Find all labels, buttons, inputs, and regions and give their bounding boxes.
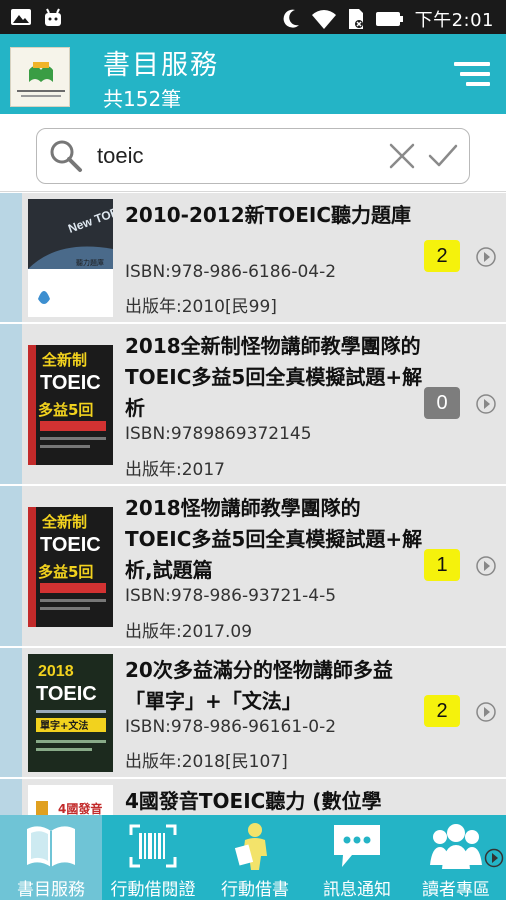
book-isbn: ISBN:978-986-96161-0-2 <box>125 717 337 737</box>
status-time: 下午2:01 <box>414 10 494 31</box>
nav-item-card[interactable]: 行動借閱證 <box>102 815 204 900</box>
nav-label: 行動借閱證 <box>110 880 196 900</box>
chevron-right-icon[interactable] <box>475 701 497 723</box>
nav-label: 訊息通知 <box>323 880 391 900</box>
book-title: 20次多益滿分的怪物講師多益「單字」+「文法」 <box>125 658 393 713</box>
list-item[interactable]: 全新制 TOEIC 多益5回 2018怪物講師教學團隊的TOEIC多益5回全真模… <box>0 486 506 648</box>
book-title: 2010-2012新TOEIC聽力題庫 <box>125 203 412 227</box>
nav-item-catalog[interactable]: 書目服務 <box>0 815 102 900</box>
chevron-right-icon[interactable] <box>484 848 504 868</box>
person-book-icon <box>234 823 267 870</box>
cover-text: 全新制 <box>41 351 87 369</box>
cover-text: 2018 <box>38 663 74 680</box>
android-icon <box>45 8 61 26</box>
book-list: New TOEIC 聽力題庫 2010-2012新TOEIC聽力題庫 ISBN:… <box>0 193 506 815</box>
barcode-icon <box>129 824 177 868</box>
list-item[interactable]: 2018 TOEIC 單字+文法 20次多益滿分的怪物講師多益「單字」+「文法」… <box>0 648 506 779</box>
battery-icon <box>375 12 403 26</box>
row-stripe <box>0 324 22 484</box>
cover-text: 4國發音 <box>58 801 102 815</box>
book-isbn: ISBN:978-986-93721-4-5 <box>125 586 337 606</box>
book-year: 出版年:2010[民99] <box>125 297 277 317</box>
list-item[interactable]: 4國發音 4國發音TOEIC聽力 (數位學 <box>0 779 506 815</box>
check-icon[interactable] <box>427 141 459 171</box>
book-title: 4國發音TOEIC聽力 (數位學 <box>125 789 382 813</box>
row-stripe <box>0 779 22 815</box>
nav-item-messages[interactable]: 訊息通知 <box>306 815 408 900</box>
cover-text: 聽力題庫 <box>76 258 104 267</box>
holdings-badge: 2 <box>424 240 460 272</box>
search-input[interactable] <box>97 139 377 173</box>
wifi-icon <box>311 10 336 29</box>
sim-icon <box>348 9 363 29</box>
holdings-badge: 0 <box>424 387 460 419</box>
cover-text: 多益5回 <box>38 401 93 419</box>
gallery-icon <box>11 9 31 25</box>
book-icon <box>27 826 75 867</box>
book-cover: 2018 TOEIC 單字+文法 <box>28 654 113 772</box>
people-icon <box>430 824 482 869</box>
holdings-badge: 2 <box>424 695 460 727</box>
chevron-right-icon[interactable] <box>475 246 497 268</box>
search-area <box>0 114 506 192</box>
cover-text: 全新制 <box>41 513 87 531</box>
book-isbn: ISBN:978-986-6186-04-2 <box>125 262 337 282</box>
row-stripe <box>0 193 22 322</box>
cover-text: TOEIC <box>36 683 97 705</box>
book-cover: 全新制 TOEIC 多益5回 <box>28 507 113 627</box>
moon-icon <box>283 9 299 28</box>
cover-text: TOEIC <box>40 372 101 394</box>
nav-label: 行動借書 <box>221 880 289 900</box>
chat-bubble-icon <box>334 825 380 867</box>
chevron-right-icon[interactable] <box>475 555 497 577</box>
status-bar: 下午2:01 <box>0 0 506 34</box>
book-cover: New TOEIC 聽力題庫 <box>28 199 113 317</box>
list-item[interactable]: New TOEIC 聽力題庫 2010-2012新TOEIC聽力題庫 ISBN:… <box>0 193 506 324</box>
bottom-nav: 書目服務 行動借閱證 行動借書 訊息通知 讀者專區 <box>0 815 506 900</box>
row-stripe <box>0 648 22 777</box>
cover-text: 單字+文法 <box>40 719 88 732</box>
book-title: 2018怪物講師教學團隊的TOEIC多益5回全真模擬試題+解析,試題篇 <box>125 496 423 582</box>
book-year: 出版年:2017 <box>125 460 225 480</box>
book-cover: 4國發音 <box>28 785 113 815</box>
cover-text: 多益5回 <box>38 563 93 581</box>
book-cover: 全新制 TOEIC 多益5回 <box>28 345 113 465</box>
book-isbn: ISBN:9789869372145 <box>125 424 312 444</box>
chevron-right-icon[interactable] <box>475 393 497 415</box>
close-icon[interactable] <box>387 141 417 171</box>
book-title: 2018全新制怪物講師教學團隊的TOEIC多益5回全真模擬試題+解析 <box>125 334 423 420</box>
nav-label: 書目服務 <box>17 880 85 900</box>
book-year: 出版年:2018[民107] <box>125 752 288 772</box>
result-count: 共152筆 <box>103 87 182 111</box>
app-header: 書目服務 共152筆 <box>0 34 506 114</box>
menu-icon[interactable] <box>452 58 492 90</box>
row-stripe <box>0 486 22 646</box>
book-year: 出版年:2017.09 <box>125 622 253 642</box>
holdings-badge: 1 <box>424 549 460 581</box>
list-item[interactable]: 全新制 TOEIC 多益5回 2018全新制怪物講師教學團隊的TOEIC多益5回… <box>0 324 506 486</box>
nav-item-borrow[interactable]: 行動借書 <box>204 815 306 900</box>
search-icon[interactable] <box>49 139 83 173</box>
nav-label: 讀者專區 <box>422 880 490 900</box>
library-logo <box>10 47 70 107</box>
cover-text: TOEIC <box>40 534 101 556</box>
page-title: 書目服務 <box>103 50 219 81</box>
search-box <box>36 128 470 184</box>
